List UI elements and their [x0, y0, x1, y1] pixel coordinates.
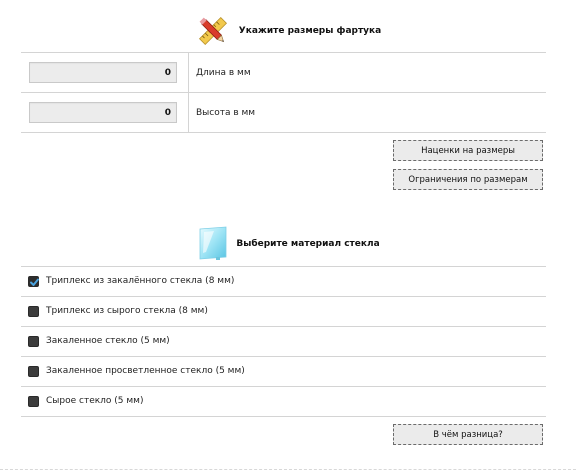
material-option[interactable]: Закаленное просветленное стекло (5 мм)	[21, 356, 546, 386]
ruler-pencil-icon	[195, 12, 231, 50]
checkbox[interactable]	[28, 305, 39, 317]
material-title: Выберите материал стекла	[236, 239, 380, 249]
material-label: Триплекс из закалённого стекла (8 мм)	[46, 276, 235, 286]
checkbox[interactable]	[28, 365, 39, 377]
length-label: Длина в мм	[196, 68, 251, 78]
divider	[21, 92, 546, 93]
material-option[interactable]: Триплекс из закалённого стекла (8 мм)	[21, 266, 546, 296]
material-label: Закаленное просветленное стекло (5 мм)	[46, 366, 245, 376]
height-label: Высота в мм	[196, 108, 256, 118]
material-label: Сырое стекло (5 мм)	[46, 396, 144, 406]
check-icon	[30, 278, 39, 286]
size-markup-button[interactable]: Наценки на размеры	[393, 140, 543, 161]
column-divider	[188, 52, 189, 132]
glass-pane-icon	[196, 226, 230, 262]
bottom-separator	[0, 469, 576, 470]
divider	[21, 416, 546, 417]
divider	[21, 132, 546, 133]
material-option[interactable]: Закаленное стекло (5 мм)	[21, 326, 546, 356]
divider	[21, 52, 546, 53]
material-option[interactable]: Сырое стекло (5 мм)	[21, 386, 546, 416]
material-label: Триплекс из сырого стекла (8 мм)	[46, 306, 208, 316]
checkbox-checked[interactable]	[28, 275, 39, 287]
dimensions-title: Укажите размеры фартука	[238, 26, 382, 36]
height-input[interactable]	[29, 102, 177, 123]
material-option[interactable]: Триплекс из сырого стекла (8 мм)	[21, 296, 546, 326]
dimensions-section-header: Укажите размеры фартука	[0, 12, 576, 50]
material-section-header: Выберите материал стекла	[0, 226, 576, 262]
difference-button[interactable]: В чём разница?	[393, 424, 543, 445]
checkbox[interactable]	[28, 395, 39, 407]
checkbox[interactable]	[28, 335, 39, 347]
material-label: Закаленное стекло (5 мм)	[46, 336, 170, 346]
length-input[interactable]	[29, 62, 177, 83]
size-limits-button[interactable]: Ограничения по размерам	[393, 169, 543, 190]
